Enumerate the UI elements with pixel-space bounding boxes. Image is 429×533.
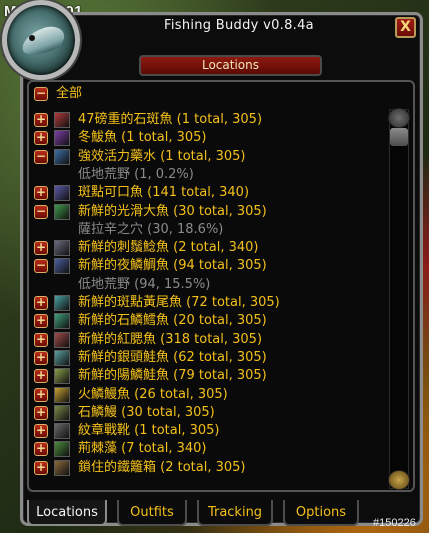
item-icon — [54, 130, 70, 146]
location-label: 薩拉辛之穴 (30, 18.6%) — [78, 222, 224, 237]
expand-button[interactable]: + — [34, 351, 48, 365]
collapse-button[interactable]: − — [34, 205, 48, 219]
item-icon — [54, 258, 70, 274]
fish-label: 鎖住的鐵籬箱 (2 total, 305) — [78, 460, 246, 475]
group-all-label: 全部 — [56, 86, 83, 101]
expand-button[interactable]: + — [34, 241, 48, 255]
item-icon — [54, 295, 70, 311]
location-label: 低地荒野 (94, 15.5%) — [78, 277, 211, 292]
fish-label: 火鱗鰻魚 (26 total, 305) — [78, 387, 228, 402]
scroll-up-button[interactable] — [388, 108, 410, 128]
scrollbar-track[interactable] — [389, 109, 409, 489]
fish-label: 新鮮的銀頭鮭魚 (62 total, 305) — [78, 350, 267, 365]
image-id-watermark: #150226 — [373, 517, 416, 529]
portrait-icon — [2, 0, 80, 80]
fish-label: 新鮮的光滑大魚 (30 total, 305) — [78, 204, 267, 219]
expand-button[interactable]: + — [34, 113, 48, 127]
locations-header-bar: Locations — [139, 55, 322, 76]
fish-label: 新鮮的陽鱗鮭魚 (79 total, 305) — [78, 368, 267, 383]
expand-button[interactable]: + — [34, 333, 48, 347]
expand-button[interactable]: + — [34, 369, 48, 383]
item-icon — [54, 460, 70, 476]
item-icon — [54, 313, 70, 329]
expand-button[interactable]: + — [34, 186, 48, 200]
item-icon — [54, 387, 70, 403]
fish-label: 荊棘藻 (7 total, 340) — [78, 441, 207, 456]
fish-label: 新鮮的紅腮魚 (318 total, 305) — [78, 332, 263, 347]
item-icon — [54, 405, 70, 421]
item-icon — [54, 350, 70, 366]
expand-button[interactable]: + — [34, 296, 48, 310]
window-title: Fishing Buddy v0.8.4a — [164, 18, 314, 33]
fish-eye-icon — [29, 35, 35, 41]
location-label: 低地荒野 (1, 0.2%) — [78, 167, 194, 182]
item-icon — [54, 149, 70, 165]
expand-button[interactable]: + — [34, 442, 48, 456]
fish-label: 新鮮的刺鬚鯰魚 (2 total, 340) — [78, 240, 259, 255]
fish-label: 新鮮的夜鱗鯛魚 (94 total, 305) — [78, 258, 267, 273]
fish-label: 冬鮁魚 (1 total, 305) — [78, 130, 207, 145]
expand-button[interactable]: + — [34, 131, 48, 145]
fish-label: 新鮮的石鱗鱈魚 (20 total, 305) — [78, 313, 267, 328]
expand-button[interactable]: + — [34, 388, 48, 402]
item-icon — [54, 441, 70, 457]
collapse-button[interactable]: − — [34, 150, 48, 164]
tab-locations[interactable]: Locations — [27, 500, 107, 526]
collapse-button[interactable]: − — [34, 259, 48, 273]
item-icon — [54, 204, 70, 220]
scroll-down-button[interactable] — [388, 470, 410, 490]
collapse-button[interactable]: − — [34, 87, 48, 101]
expand-button[interactable]: + — [34, 461, 48, 475]
item-icon — [54, 185, 70, 201]
item-icon — [54, 423, 70, 439]
fish-icon — [18, 22, 68, 60]
close-button[interactable]: X — [395, 17, 416, 38]
item-icon — [54, 112, 70, 128]
expand-button[interactable]: + — [34, 424, 48, 438]
tab-outfits[interactable]: Outfits — [117, 500, 187, 526]
expand-button[interactable]: + — [34, 314, 48, 328]
fish-label: 47磅重的石斑魚 (1 total, 305) — [78, 112, 263, 127]
item-icon — [54, 332, 70, 348]
expand-button[interactable]: + — [34, 406, 48, 420]
scrollbar-thumb[interactable] — [390, 128, 408, 146]
fish-label: 斑點可口魚 (141 total, 340) — [78, 185, 250, 200]
fish-label: 紋章戰靴 (1 total, 305) — [78, 423, 220, 438]
fish-label: 強效活力藥水 (1 total, 305) — [78, 149, 246, 164]
fish-label: 新鮮的斑點黃尾魚 (72 total, 305) — [78, 295, 280, 310]
tab-options[interactable]: Options — [283, 500, 359, 526]
tab-tracking[interactable]: Tracking — [197, 500, 273, 526]
item-icon — [54, 368, 70, 384]
item-icon — [54, 240, 70, 256]
fish-label: 石鱗鰻 (30 total, 305) — [78, 405, 215, 420]
